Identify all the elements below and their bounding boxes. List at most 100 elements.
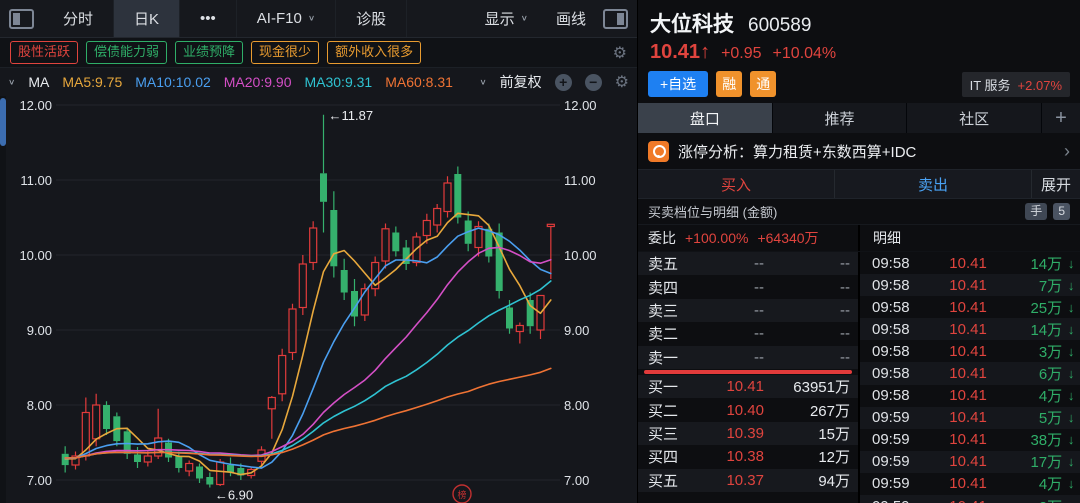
price-cell: -- [710, 302, 764, 319]
weibi-row: 委比 +100.00% +64340万 明细 [638, 225, 1080, 252]
expand-button[interactable]: 展开 [1032, 170, 1080, 198]
collapse-left-panel-icon[interactable] [9, 9, 34, 29]
sell-row[interactable]: 卖三 -- -- [638, 299, 858, 322]
tab-order-book[interactable]: 盘口 [638, 103, 773, 133]
tag-weak-solvency[interactable]: 偿债能力弱 [86, 41, 167, 63]
chart-pane: 分时 日K ••• AI-F10∨ 诊股 显示∨ 画线 股性活跃 偿债能力弱 业… [0, 0, 637, 503]
chevron-down-icon[interactable]: ∨ [479, 78, 486, 87]
daily-k-candlestick-chart[interactable]: 7.007.008.008.009.009.0010.0010.0011.001… [0, 96, 637, 503]
chevron-down-icon[interactable]: ∨ [8, 78, 15, 87]
detail-row[interactable]: 09:58 10.41 14万 ↓ [860, 252, 1080, 274]
price-cell: 10.41 [949, 453, 987, 470]
price-cell: 10.41 [949, 343, 987, 360]
price-cell: -- [710, 325, 764, 342]
collapse-right-panel-icon[interactable] [603, 9, 628, 29]
price-cell: 10.39 [710, 425, 764, 442]
detail-row[interactable]: 09:59 10.41 4万 ↓ [860, 473, 1080, 495]
gear-icon[interactable]: ⚙ [615, 72, 629, 92]
tab-diagnose-stock[interactable]: 诊股 [336, 0, 407, 37]
price-cell: 10.41 [949, 475, 987, 492]
chevron-right-icon: › [1064, 141, 1070, 162]
down-arrow-icon: ↓ [1062, 410, 1080, 425]
detail-column-header: 明细 [860, 225, 1080, 251]
buy-row[interactable]: 买三 10.39 15万 [638, 422, 858, 445]
sell-button[interactable]: 卖出 [835, 170, 1032, 198]
detail-row[interactable]: 09:58 10.41 14万 ↓ [860, 318, 1080, 340]
tab-ai-f10[interactable]: AI-F10∨ [237, 0, 336, 37]
buy-row[interactable]: 买一 10.41 63951万 [638, 375, 858, 398]
add-watchlist-button[interactable]: +自选 [648, 71, 708, 97]
tag-extra-income[interactable]: 额外收入很多 [327, 41, 421, 63]
adjust-mode-selector[interactable]: 前复权 [500, 72, 542, 92]
price-cell: 10.41 [949, 365, 987, 382]
tag-low-cash[interactable]: 现金很少 [251, 41, 319, 63]
detail-row[interactable]: 09:59 10.41 5万 ↓ [860, 407, 1080, 429]
tab-community[interactable]: 社区 [907, 103, 1042, 133]
level-label: 卖五 [638, 253, 710, 274]
draw-line-button[interactable]: 画线 [548, 0, 594, 37]
connect-badge[interactable]: 通 [750, 71, 776, 97]
buy-row[interactable]: 买五 10.37 94万 [638, 469, 858, 492]
gear-icon[interactable]: ⚙ [613, 43, 627, 63]
time-cell: 09:59 [860, 453, 949, 470]
detail-row[interactable]: 09:59 10.41 2万 ↓ [860, 495, 1080, 503]
detail-row[interactable]: 09:58 10.41 25万 ↓ [860, 296, 1080, 318]
chart-toolbar: 分时 日K ••• AI-F10∨ 诊股 显示∨ 画线 [0, 0, 637, 38]
detail-row[interactable]: 09:58 10.41 4万 ↓ [860, 385, 1080, 407]
sell-row[interactable]: 卖二 -- -- [638, 322, 858, 345]
price-change: +0.95 [721, 45, 761, 63]
sell-row[interactable]: 卖一 -- -- [638, 346, 858, 369]
ma60-value: MA60:8.31 [385, 74, 453, 90]
amount-cell: -- [764, 349, 858, 366]
detail-row[interactable]: 09:59 10.41 17万 ↓ [860, 451, 1080, 473]
tag-active-stock[interactable]: 股性活跃 [10, 41, 78, 63]
time-cell: 09:59 [860, 498, 949, 503]
industry-badge[interactable]: IT 服务 +2.07% [962, 72, 1070, 97]
zoom-out-icon[interactable]: − [585, 74, 602, 91]
detail-row[interactable]: 09:58 10.41 6万 ↓ [860, 362, 1080, 384]
unit-lot-badge[interactable]: 手 [1025, 203, 1047, 219]
limit-up-analysis-row[interactable]: 涨停分析：算力租赁+东数西算+IDC › [638, 133, 1080, 170]
add-tab-button[interactable]: + [1042, 103, 1080, 133]
amount-cell: 38万 [987, 429, 1062, 450]
level-label: 卖三 [638, 300, 710, 321]
tag-earnings-decline[interactable]: 业绩预降 [175, 41, 243, 63]
price-change-percent: +10.04% [773, 45, 837, 63]
price-cell: -- [710, 255, 764, 272]
amount-cell: 7万 [987, 275, 1062, 296]
sell-row[interactable]: 卖五 -- -- [638, 252, 858, 275]
ma-prefix: MA [28, 74, 49, 90]
tab-minute-chart[interactable]: 分时 [43, 0, 114, 37]
amount-cell: 15万 [764, 423, 858, 444]
tab-label: 盘口 [690, 108, 720, 129]
menu-label: 画线 [556, 8, 586, 29]
down-arrow-icon: ↓ [1062, 366, 1080, 381]
sell-row[interactable]: 卖四 -- -- [638, 275, 858, 298]
down-arrow-icon: ↓ [1062, 300, 1080, 315]
buy-row[interactable]: 买二 10.40 267万 [638, 398, 858, 421]
trade-detail-column[interactable]: 09:58 10.41 14万 ↓ 09:58 10.41 7万 ↓ 09:58… [860, 252, 1080, 503]
tab-daily-k[interactable]: 日K [114, 0, 180, 37]
tab-recommend[interactable]: 推荐 [773, 103, 908, 133]
left-scroll-strip[interactable] [0, 96, 6, 503]
price-cell: 10.41 [949, 299, 987, 316]
level-label: 卖一 [638, 347, 710, 368]
detail-row[interactable]: 09:58 10.41 3万 ↓ [860, 340, 1080, 362]
amount-cell: 63951万 [764, 376, 858, 397]
svg-text:12.00: 12.00 [564, 98, 597, 113]
down-arrow-icon: ↓ [1062, 432, 1080, 447]
buy-row[interactable]: 买四 10.38 12万 [638, 445, 858, 468]
down-arrow-icon: ↓ [1062, 454, 1080, 469]
level-count-badge[interactable]: 5 [1053, 203, 1070, 219]
price-value: 10.41 [650, 41, 700, 63]
detail-row[interactable]: 09:58 10.41 7万 ↓ [860, 274, 1080, 296]
detail-row[interactable]: 09:59 10.41 38万 ↓ [860, 429, 1080, 451]
zoom-in-icon[interactable]: + [555, 74, 572, 91]
order-book-column: 卖五 -- -- 卖四 -- -- 卖三 -- -- 卖二 -- -- 卖一 -… [638, 252, 860, 503]
panel-tabs: 盘口 推荐 社区 + [638, 103, 1080, 133]
display-menu-button[interactable]: 显示∨ [465, 0, 548, 37]
more-periods-button[interactable]: ••• [180, 0, 237, 37]
level-label: 买一 [638, 376, 710, 397]
margin-badge[interactable]: 融 [716, 71, 742, 97]
buy-button[interactable]: 买入 [638, 170, 835, 198]
